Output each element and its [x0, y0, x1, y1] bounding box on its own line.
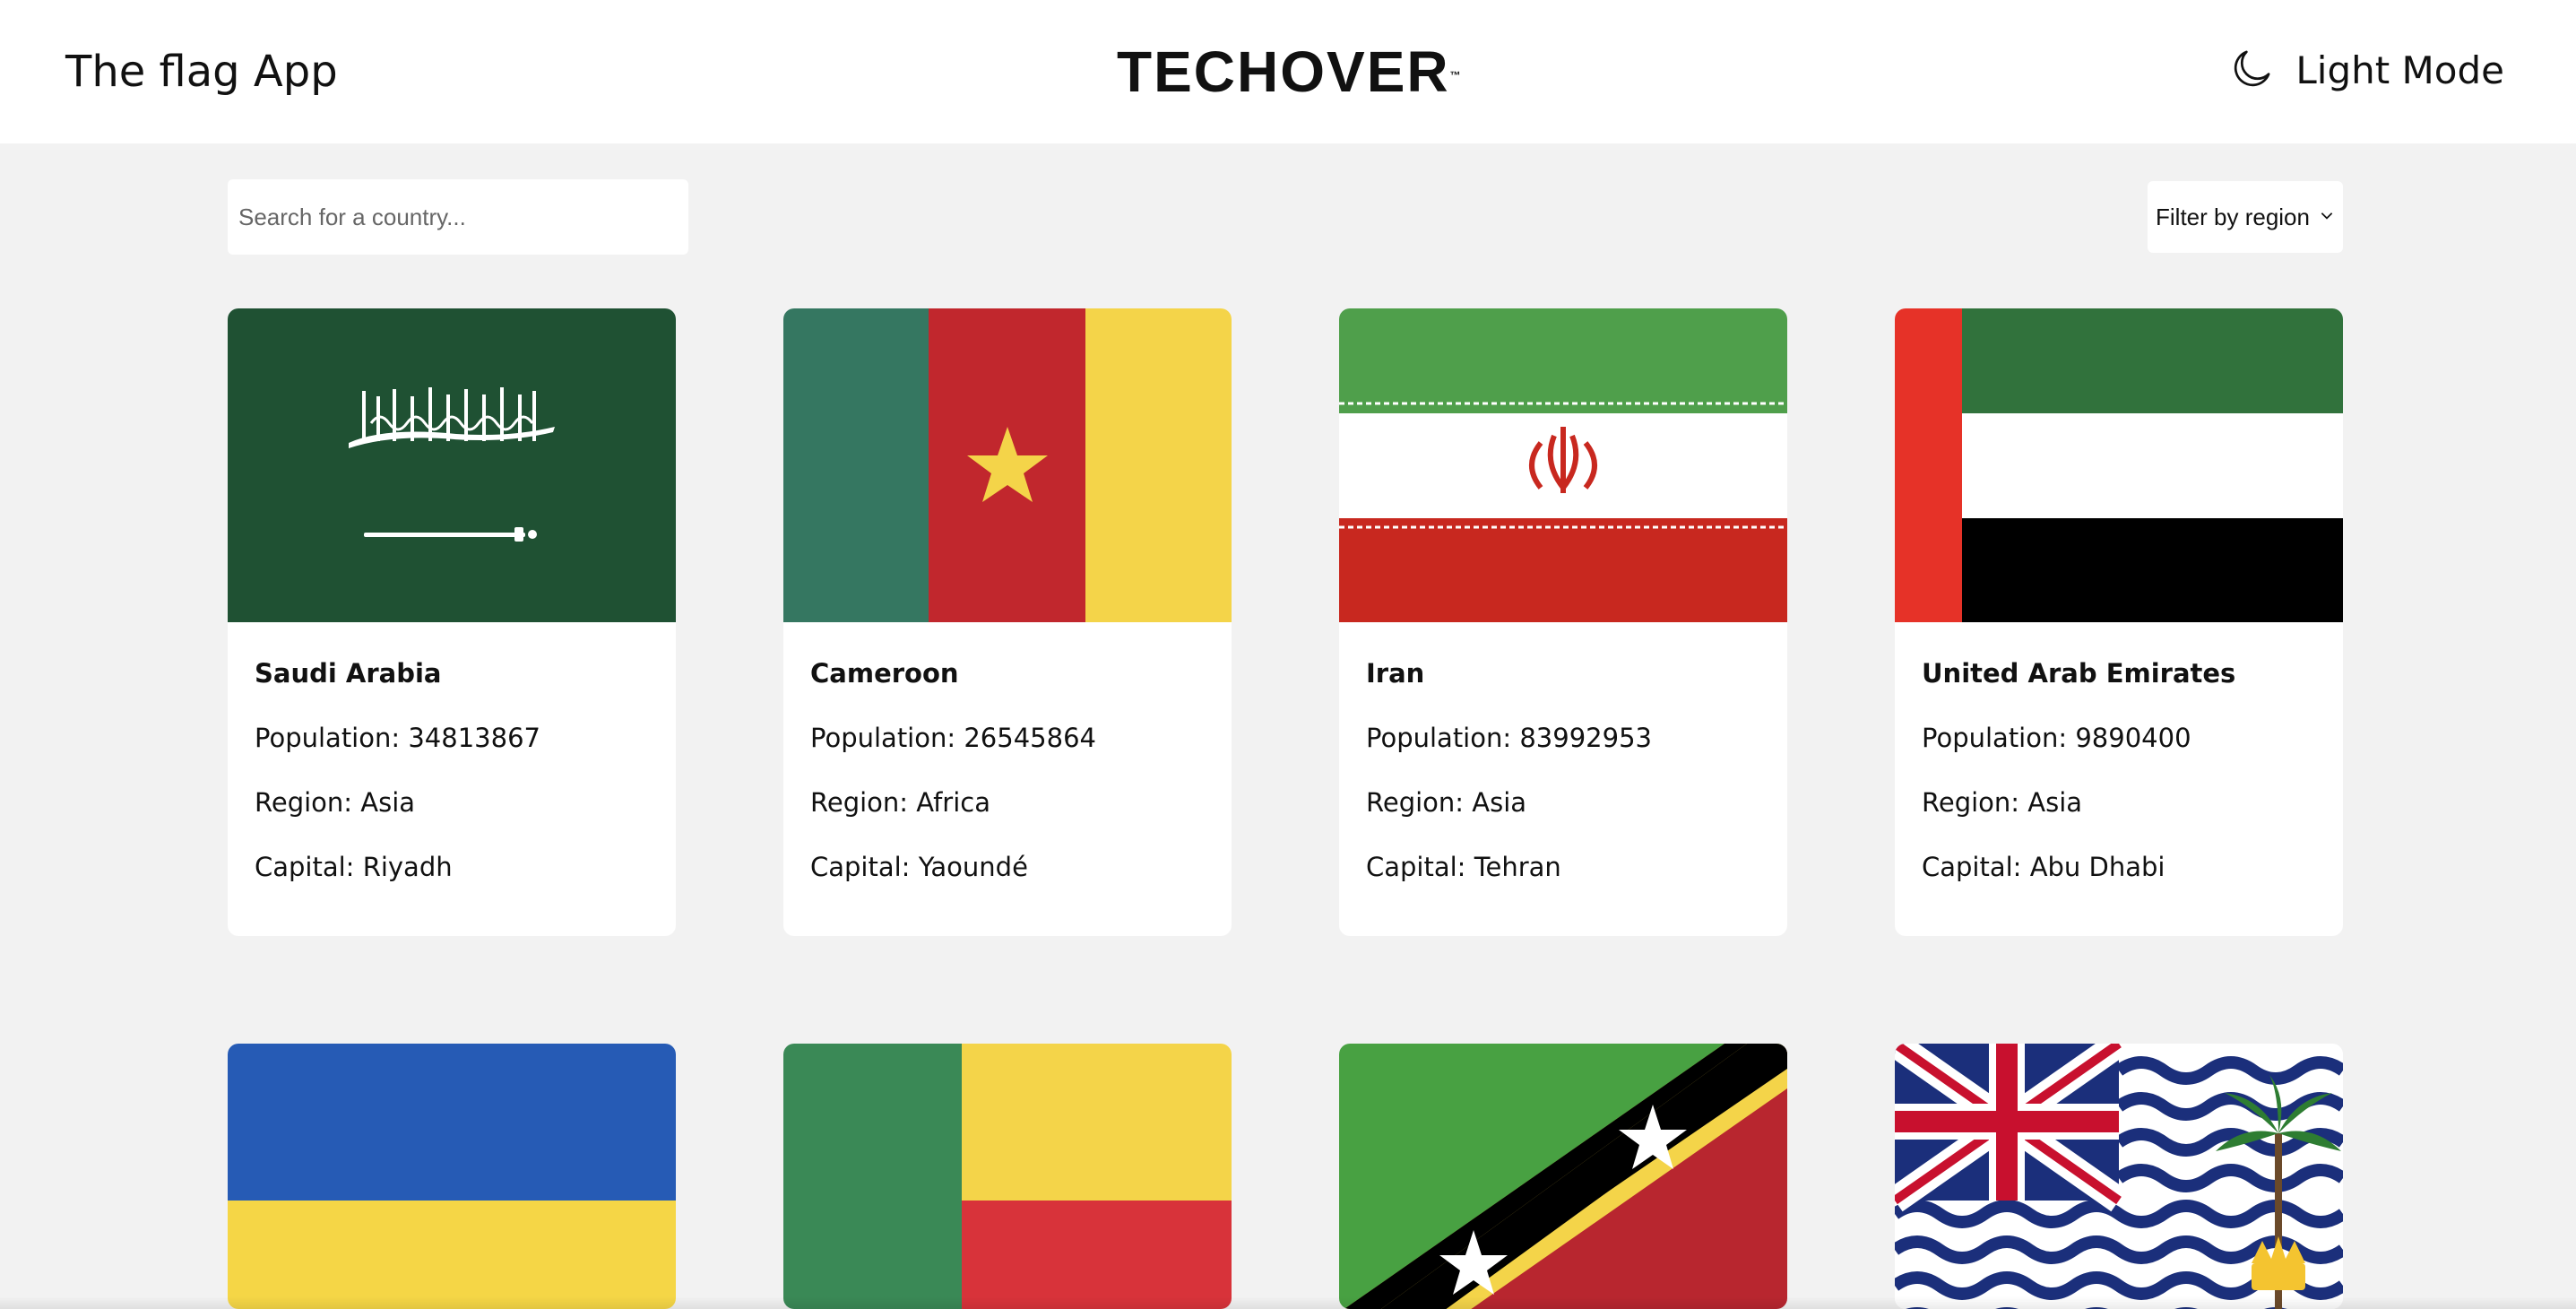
benin-flag	[783, 1044, 1232, 1309]
population-value: 9890400	[2075, 723, 2191, 753]
capital-label: Capital:	[1922, 852, 2022, 882]
region-label: Region:	[1922, 787, 2020, 818]
region-label: Region:	[255, 787, 353, 818]
country-name: United Arab Emirates	[1922, 658, 2236, 689]
chevron-down-icon	[2319, 207, 2335, 227]
population-label: Population:	[1922, 723, 2068, 753]
population-value: 26545864	[964, 723, 1096, 753]
population-line: Population: 83992953	[1366, 723, 1760, 753]
ukraine-flag	[228, 1044, 676, 1309]
capital-value: Tehran	[1474, 852, 1561, 882]
capital-label: Capital:	[810, 852, 911, 882]
region-line: Region: Asia	[1922, 787, 2316, 818]
population-line: Population: 26545864	[810, 723, 1205, 753]
app-header: The flag App TECHOVER™ Light Mode	[0, 0, 2576, 143]
capital-value: Abu Dhabi	[2029, 852, 2165, 882]
population-line: Population: 34813867	[255, 723, 649, 753]
techover-logo: TECHOVER™	[1117, 43, 1461, 100]
theme-toggle-button[interactable]: Light Mode	[2227, 45, 2504, 97]
country-name: Iran	[1366, 658, 1425, 689]
population-label: Population:	[255, 723, 401, 753]
country-name: Saudi Arabia	[255, 658, 442, 689]
population-value: 34813867	[408, 723, 540, 753]
card-info: United Arab Emirates Population: 9890400…	[1895, 622, 2343, 936]
region-value: Asia	[2027, 787, 2083, 818]
card-info: Iran Population: 83992953 Region: Asia C…	[1339, 622, 1787, 936]
region-label: Region:	[810, 787, 909, 818]
population-line: Population: 9890400	[1922, 723, 2316, 753]
region-value: Asia	[360, 787, 416, 818]
region-value: Asia	[1472, 787, 1527, 818]
app-title: The flag App	[65, 47, 338, 97]
saint-kitts-and-nevis-flag	[1339, 1044, 1787, 1309]
capital-value: Riyadh	[362, 852, 453, 882]
iran-flag	[1339, 308, 1787, 622]
filter-label: Filter by region	[2156, 203, 2310, 230]
logo-text: TECHOVER	[1117, 39, 1450, 104]
capital-value: Yaoundé	[918, 852, 1028, 882]
uae-flag	[1895, 308, 2343, 622]
country-card[interactable]	[1339, 1044, 1787, 1309]
capital-label: Capital:	[255, 852, 355, 882]
capital-line: Capital: Yaoundé	[810, 852, 1205, 882]
moon-icon	[2227, 45, 2276, 97]
capital-label: Capital:	[1366, 852, 1466, 882]
country-card[interactable]: Cameroon Population: 26545864 Region: Af…	[783, 308, 1232, 936]
region-line: Region: Asia	[1366, 787, 1760, 818]
logo-trademark: ™	[1449, 69, 1461, 82]
card-info: Saudi Arabia Population: 34813867 Region…	[228, 622, 676, 936]
bottom-fade	[0, 1296, 2576, 1309]
population-label: Population:	[810, 723, 956, 753]
cameroon-flag	[783, 308, 1232, 622]
capital-line: Capital: Riyadh	[255, 852, 649, 882]
country-card[interactable]: Iran Population: 83992953 Region: Asia C…	[1339, 308, 1787, 936]
british-indian-ocean-territory-flag	[1895, 1044, 2343, 1309]
region-line: Region: Africa	[810, 787, 1205, 818]
region-value: Africa	[916, 787, 990, 818]
country-card[interactable]	[783, 1044, 1232, 1309]
country-card[interactable]	[1895, 1044, 2343, 1309]
country-card[interactable]	[228, 1044, 676, 1309]
saudi-arabia-flag	[228, 308, 676, 622]
country-card[interactable]: Saudi Arabia Population: 34813867 Region…	[228, 308, 676, 936]
theme-toggle-label: Light Mode	[2295, 48, 2504, 92]
country-name: Cameroon	[810, 658, 959, 689]
capital-line: Capital: Abu Dhabi	[1922, 852, 2316, 882]
card-info: Cameroon Population: 26545864 Region: Af…	[783, 622, 1232, 936]
country-card[interactable]: United Arab Emirates Population: 9890400…	[1895, 308, 2343, 936]
region-filter-dropdown[interactable]: Filter by region	[2148, 181, 2343, 253]
search-box	[228, 179, 688, 255]
population-label: Population:	[1366, 723, 1512, 753]
capital-line: Capital: Tehran	[1366, 852, 1760, 882]
region-line: Region: Asia	[255, 787, 649, 818]
population-value: 83992953	[1519, 723, 1652, 753]
region-label: Region:	[1366, 787, 1465, 818]
search-input[interactable]	[228, 179, 688, 255]
